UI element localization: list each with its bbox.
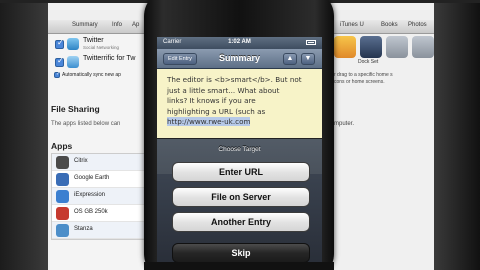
file-sharing-hint: mputer. bbox=[334, 121, 355, 127]
page-title: Summary bbox=[218, 53, 261, 63]
twitterrific-app-icon bbox=[67, 56, 79, 68]
app-name: OS GB 250k bbox=[74, 209, 108, 215]
twitter-app-icon bbox=[67, 38, 79, 50]
status-bar: Carrier 1:02 AM bbox=[157, 37, 322, 49]
file-sharing-apps-list: Citrix Google Earth iExpression OS GB 25… bbox=[51, 153, 151, 240]
file-on-server-button[interactable]: File on Server bbox=[172, 187, 310, 207]
app-category: Social Networking bbox=[83, 45, 120, 50]
home-screen-page-icon[interactable] bbox=[386, 36, 408, 58]
citrix-app-icon bbox=[56, 156, 69, 169]
list-item[interactable]: Stanza bbox=[52, 222, 150, 239]
tab-itunes-u[interactable]: iTunes U bbox=[340, 22, 364, 28]
skip-button[interactable]: Skip bbox=[172, 243, 310, 263]
another-entry-button[interactable]: Another Entry bbox=[172, 212, 310, 232]
list-item[interactable]: Citrix bbox=[52, 154, 150, 171]
os-gb-app-icon bbox=[56, 207, 69, 220]
google-earth-app-icon bbox=[56, 173, 69, 186]
checkbox[interactable] bbox=[55, 38, 64, 49]
home-screen-hint: cons or home screens. bbox=[334, 79, 385, 85]
note-line: highlighting a URL (such as bbox=[167, 106, 266, 116]
enter-url-button[interactable]: Enter URL bbox=[172, 162, 310, 182]
checkbox[interactable] bbox=[55, 56, 64, 67]
list-item[interactable]: Google Earth bbox=[52, 171, 150, 188]
navigation-bar: Edit Entry Summary ▲ ▼ bbox=[157, 49, 322, 69]
iphone-screen: Carrier 1:02 AM Edit Entry Summary ▲ ▼ T… bbox=[157, 37, 322, 270]
app-name: iExpression bbox=[74, 192, 106, 198]
tab-books[interactable]: Books bbox=[381, 22, 398, 28]
app-name: Google Earth bbox=[74, 175, 110, 181]
action-sheet: Choose Target Enter URL File on Server A… bbox=[157, 138, 322, 270]
tab-info[interactable]: Info bbox=[112, 22, 122, 28]
tab-summary[interactable]: Summary bbox=[72, 22, 98, 28]
tab-apps[interactable]: Ap bbox=[132, 22, 139, 28]
stanza-app-icon bbox=[56, 224, 69, 237]
app-name: Stanza bbox=[74, 226, 93, 232]
dock-set-icon[interactable] bbox=[360, 36, 382, 58]
selected-url[interactable]: http://www.rwe-uk.com bbox=[167, 117, 251, 126]
app-name: Citrix bbox=[74, 158, 88, 164]
iexpression-app-icon bbox=[56, 190, 69, 203]
home-screen-app-icon[interactable] bbox=[334, 36, 356, 58]
battery-icon bbox=[306, 40, 316, 45]
note-line: links? It knows if you are bbox=[167, 96, 256, 105]
home-screen-hint: r drag to a specific home s bbox=[334, 72, 393, 78]
app-name: Twitter bbox=[83, 37, 104, 44]
video-border-right bbox=[434, 0, 480, 270]
app-row[interactable]: Twitter Social Networking bbox=[55, 37, 155, 53]
app-name: Twitterrific for Tw bbox=[83, 55, 136, 62]
list-item[interactable]: iExpression bbox=[52, 188, 150, 205]
list-item[interactable]: OS GB 250k bbox=[52, 205, 150, 222]
home-screen-page-icon[interactable] bbox=[412, 36, 434, 58]
previous-arrow-icon[interactable]: ▲ bbox=[283, 53, 297, 65]
note-line: just a little smart... What about bbox=[167, 85, 280, 95]
file-sharing-heading: File Sharing bbox=[51, 104, 100, 114]
tab-photos[interactable]: Photos bbox=[408, 22, 427, 28]
app-row[interactable]: Twitterrific for Tw bbox=[55, 55, 155, 71]
file-sharing-description: The apps listed below can bbox=[51, 121, 121, 127]
clock: 1:02 AM bbox=[228, 39, 251, 45]
action-sheet-title: Choose Target bbox=[218, 146, 261, 153]
video-border-left bbox=[0, 0, 48, 270]
note-line: The editor is <b>smart</b>. But not bbox=[167, 75, 302, 84]
next-arrow-icon[interactable]: ▼ bbox=[301, 53, 315, 65]
screenshot: Summary Info Ap iTunes U Books Photos Tw… bbox=[0, 0, 480, 270]
auto-sync-checkbox[interactable] bbox=[54, 71, 60, 78]
iphone-bottom-bezel bbox=[144, 262, 334, 270]
apps-heading: Apps bbox=[51, 141, 73, 151]
dock-set-label: Dock Set bbox=[358, 59, 379, 65]
auto-sync-label: Automatically sync new ap bbox=[62, 72, 121, 78]
